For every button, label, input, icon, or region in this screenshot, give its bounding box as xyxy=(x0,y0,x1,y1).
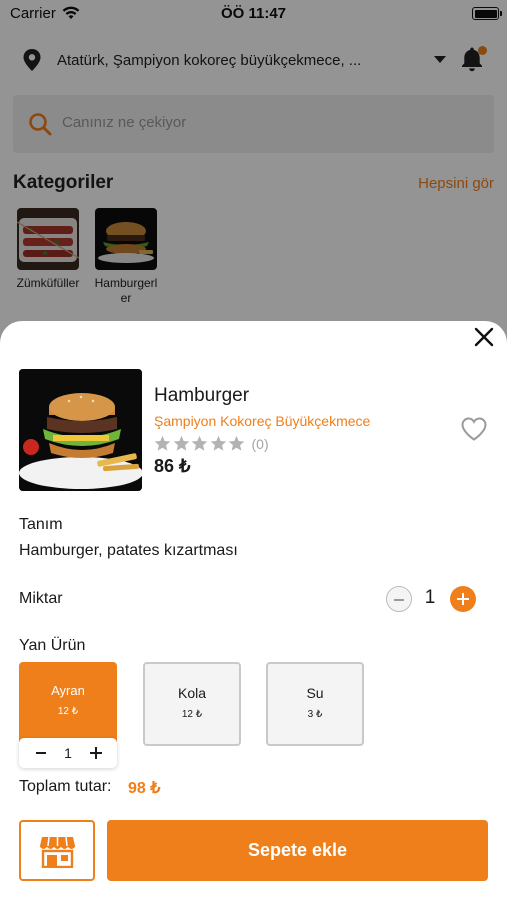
heart-icon[interactable] xyxy=(460,416,488,442)
side-product-name: Ayran xyxy=(51,683,85,698)
close-icon[interactable] xyxy=(471,324,497,350)
side-product-stepper: 1 xyxy=(19,738,117,768)
star-icon xyxy=(191,435,208,451)
side-products-title: Yan Ürün xyxy=(19,637,86,654)
quantity-decrease-button[interactable] xyxy=(386,586,412,612)
rating-stars: (0) xyxy=(154,435,269,452)
total-value: 98 ₺ xyxy=(128,780,161,797)
side-product-price: 12 ₺ xyxy=(57,706,79,717)
side-product-price: 12 ₺ xyxy=(181,709,203,720)
total-label: Toplam tutar: xyxy=(19,778,112,795)
rating-count: (0) xyxy=(251,435,269,452)
side-product-price: 3 ₺ xyxy=(307,709,323,720)
quantity-value: 1 xyxy=(424,587,436,608)
product-image xyxy=(19,369,142,491)
add-to-cart-button[interactable]: Sepete ekle xyxy=(107,820,488,881)
side-product-name: Su xyxy=(306,685,324,701)
side-quantity-value: 1 xyxy=(64,745,72,761)
side-increase-button[interactable] xyxy=(90,747,102,759)
store-icon xyxy=(39,836,76,868)
side-product-card[interactable]: Su 3 ₺ xyxy=(266,662,364,746)
product-detail-sheet: Hamburger Şampiyon Kokoreç Büyükçekmece … xyxy=(0,321,507,900)
description-text: Hamburger, patates kızartması xyxy=(19,542,238,559)
side-product-name: Kola xyxy=(177,685,207,701)
quantity-label: Miktar xyxy=(19,590,63,607)
store-button[interactable] xyxy=(19,820,95,881)
product-store[interactable]: Şampiyon Kokoreç Büyükçekmece xyxy=(154,413,370,429)
star-icon xyxy=(228,435,245,451)
side-product-card[interactable]: Ayran 12 ₺ xyxy=(19,662,117,746)
product-name: Hamburger xyxy=(154,385,250,406)
star-icon xyxy=(173,435,189,451)
description-title: Tanım xyxy=(19,516,63,533)
star-icon xyxy=(154,435,171,451)
product-price: 86 ₺ xyxy=(154,456,191,476)
quantity-increase-button[interactable] xyxy=(450,586,476,612)
star-icon xyxy=(210,435,226,451)
side-product-card[interactable]: Kola 12 ₺ xyxy=(143,662,241,746)
